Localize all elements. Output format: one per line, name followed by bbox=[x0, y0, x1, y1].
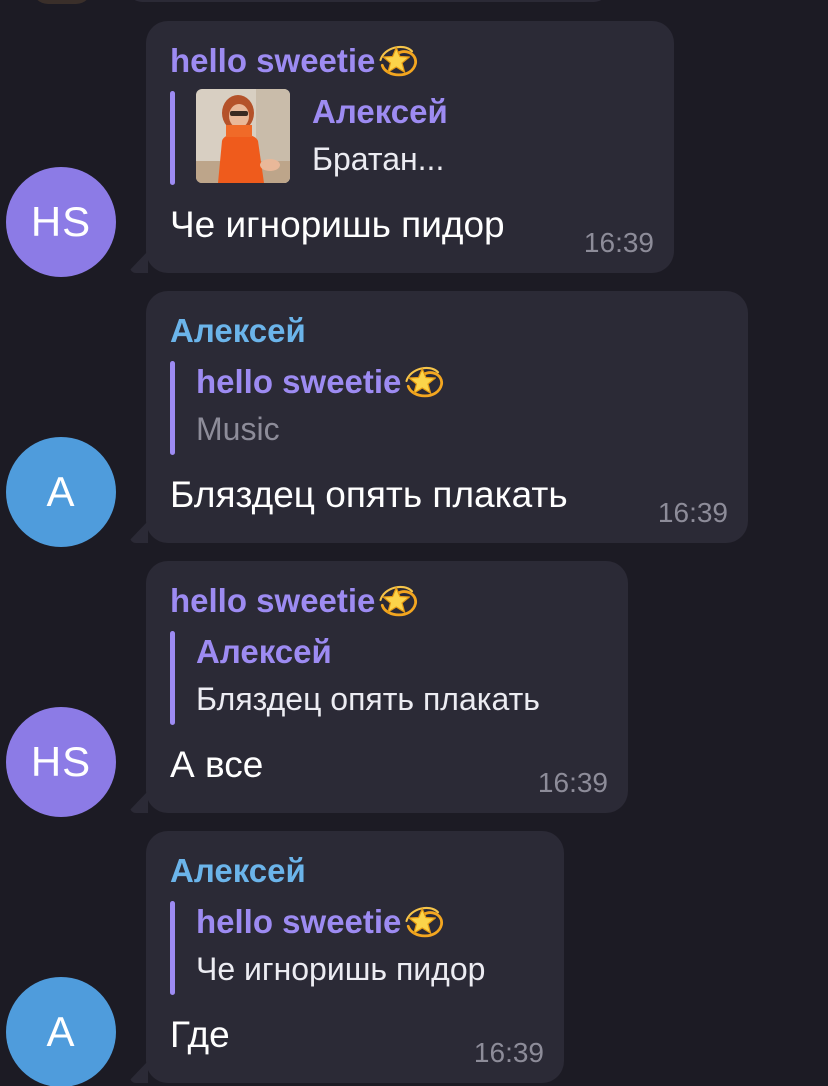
dizzy-star-emoji-icon bbox=[403, 360, 445, 402]
message-time: 16:39 bbox=[583, 227, 654, 259]
reply-quote[interactable]: Алексей Бляздец опять плакать bbox=[170, 629, 604, 726]
reply-bar bbox=[170, 631, 175, 726]
reply-bar bbox=[170, 91, 175, 186]
avatar[interactable]: A bbox=[6, 437, 116, 547]
reply-sender-name: hello sweetie bbox=[196, 899, 540, 945]
avatar-partial[interactable] bbox=[32, 0, 92, 4]
sender-name[interactable]: hello sweetie bbox=[170, 581, 604, 621]
reply-bar bbox=[170, 901, 175, 995]
message-bubble[interactable]: hello sweetie Алексей Бляздец опять плак… bbox=[146, 561, 628, 813]
sender-name[interactable]: Алексей bbox=[170, 311, 724, 351]
reply-quote[interactable]: hello sweetie Music bbox=[170, 359, 724, 455]
message-bubble[interactable]: Алексей hello sweetie Music Бляздец опят… bbox=[146, 291, 748, 543]
reply-thumbnail bbox=[196, 89, 290, 184]
message-bubble-partial[interactable] bbox=[128, 0, 608, 2]
dizzy-star-emoji-icon bbox=[403, 900, 445, 942]
reply-sender-name: Алексей bbox=[312, 93, 448, 131]
avatar-initials: A bbox=[46, 1008, 76, 1055]
avatar[interactable]: HS bbox=[6, 167, 116, 277]
sender-name[interactable]: hello sweetie bbox=[170, 41, 650, 81]
avatar-initials: HS bbox=[30, 738, 92, 785]
reply-text: Братан... bbox=[312, 141, 445, 178]
reply-text: Music bbox=[196, 411, 280, 447]
message-time: 16:39 bbox=[657, 497, 728, 528]
message-bubble[interactable]: hello sweetie Алексей Братан... Че игнор… bbox=[146, 21, 674, 273]
dizzy-star-emoji-icon bbox=[377, 39, 419, 81]
reply-text: Бляздец опять плакать bbox=[196, 681, 540, 718]
reply-bar bbox=[170, 361, 175, 455]
message-time: 16:39 bbox=[473, 1037, 544, 1068]
chat-view: HS hello sweetie Алексей Братан... Че иг… bbox=[0, 0, 828, 1086]
sender-name[interactable]: Алексей bbox=[170, 851, 540, 891]
reply-quote[interactable]: Алексей Братан... bbox=[170, 89, 650, 186]
avatar-initials: A bbox=[46, 468, 76, 515]
message-text: Че игноришь пидор bbox=[170, 204, 505, 246]
dizzy-star-emoji-icon bbox=[377, 579, 419, 621]
avatar-initials: HS bbox=[30, 198, 92, 245]
message-time: 16:39 bbox=[537, 767, 608, 799]
reply-text: Че игноришь пидор bbox=[196, 951, 486, 987]
avatar[interactable]: HS bbox=[6, 707, 116, 817]
avatar[interactable]: A bbox=[6, 977, 116, 1086]
message-bubble[interactable]: Алексей hello sweetie Че игноришь пидор … bbox=[146, 831, 564, 1083]
message-text: Бляздец опять плакать bbox=[170, 474, 568, 515]
reply-quote[interactable]: hello sweetie Че игноришь пидор bbox=[170, 899, 540, 995]
reply-sender-name: Алексей bbox=[196, 633, 332, 671]
reply-sender-name: hello sweetie bbox=[196, 359, 724, 405]
